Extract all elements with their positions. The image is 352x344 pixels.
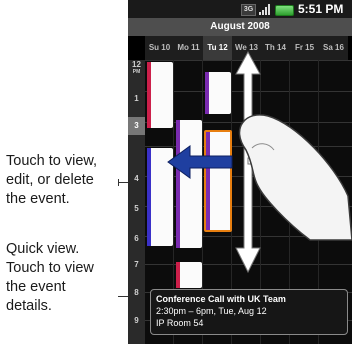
hand-icon bbox=[238, 114, 352, 241]
callout-quick-view: Quick view. Touch to view the event deta… bbox=[6, 240, 94, 316]
gesture-overlay bbox=[167, 50, 352, 274]
callout-line: the event bbox=[6, 279, 66, 295]
swipe-left-arrow-icon bbox=[167, 145, 233, 179]
callout-line: Touch to view bbox=[6, 260, 94, 276]
callout-edit-event: Touch to view, edit, or delete the event… bbox=[6, 152, 97, 209]
callout-line: the event. bbox=[6, 191, 70, 207]
phone-screen: 3G 5:51 PM August 2008 Su 10 Mo 11 Tu 12… bbox=[128, 0, 352, 344]
callout-line: edit, or delete bbox=[6, 172, 94, 188]
callout-line: Touch to view, bbox=[6, 153, 98, 169]
callout-line: Quick view. bbox=[6, 241, 80, 257]
callout-line: details. bbox=[6, 298, 52, 314]
callout-edit-leader-tick bbox=[118, 179, 119, 186]
